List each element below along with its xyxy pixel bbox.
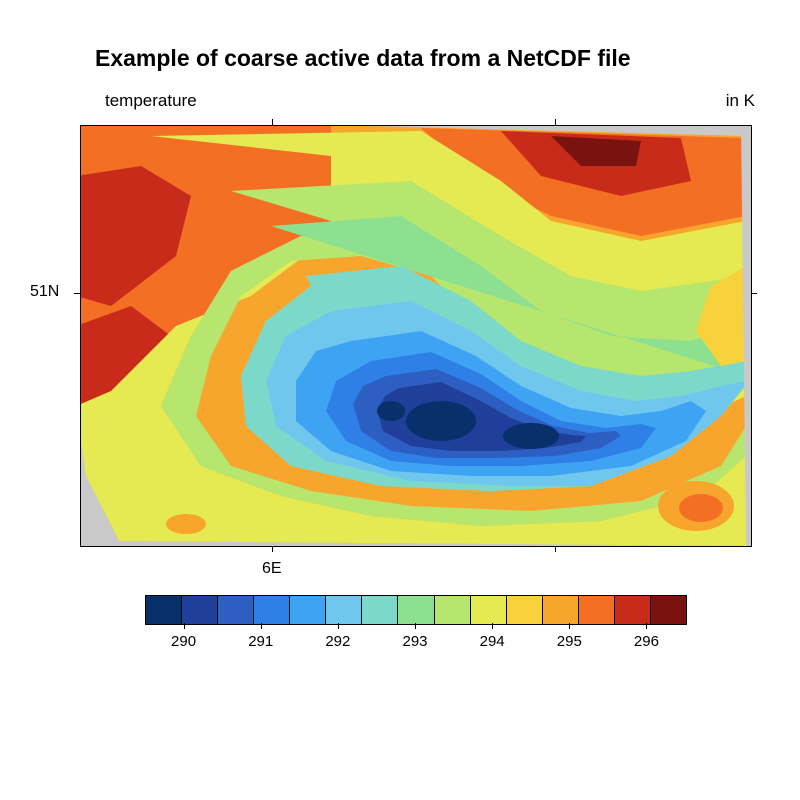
colorbar-tick-label: 294 [480, 633, 505, 650]
unit-label: in K [726, 91, 755, 111]
x-axis-tick-label: 6E [262, 560, 282, 578]
chart-title: Example of coarse active data from a Net… [95, 45, 631, 72]
colorbar-swatch [435, 596, 471, 624]
colorbar-swatch [218, 596, 254, 624]
colorbar-tick-label: 290 [171, 633, 196, 650]
colorbar-swatch [543, 596, 579, 624]
colorbar-swatch [146, 596, 182, 624]
colorbar-tick-mark [261, 623, 262, 629]
colorbar-tick-mark [492, 623, 493, 629]
x-axis-tick-mark [272, 546, 273, 552]
colorbar-tick-mark [646, 623, 647, 629]
x-axis-tick-mark [555, 546, 556, 552]
colorbar-swatch [398, 596, 434, 624]
colorbar-tick-mark [184, 623, 185, 629]
colorbar-swatch [290, 596, 326, 624]
colorbar-tick-label: 291 [248, 633, 273, 650]
colorbar-swatch [182, 596, 218, 624]
colorbar-swatch [362, 596, 398, 624]
colorbar-swatch [471, 596, 507, 624]
colorbar-tick-label: 296 [634, 633, 659, 650]
colorbar-tick-mark [569, 623, 570, 629]
colorbar-tick-label: 292 [325, 633, 350, 650]
y-axis-tick-label: 51N [30, 283, 59, 301]
colorbar-swatch [507, 596, 543, 624]
colorbar-labels: 290 291 292 293 294 295 296 [145, 633, 685, 653]
contour-plot-area [80, 125, 752, 547]
colorbar-swatch [651, 596, 686, 624]
colorbar-swatch [579, 596, 615, 624]
colorbar [145, 595, 687, 625]
variable-label: temperature [105, 91, 197, 111]
colorbar-tick-mark [338, 623, 339, 629]
colorbar-swatch [254, 596, 290, 624]
colorbar-swatch [326, 596, 362, 624]
colorbar-tick-label: 293 [402, 633, 427, 650]
colorbar-swatch [615, 596, 651, 624]
colorbar-tick-mark [415, 623, 416, 629]
colorbar-tick-label: 295 [557, 633, 582, 650]
contour-heatmap [81, 126, 751, 546]
